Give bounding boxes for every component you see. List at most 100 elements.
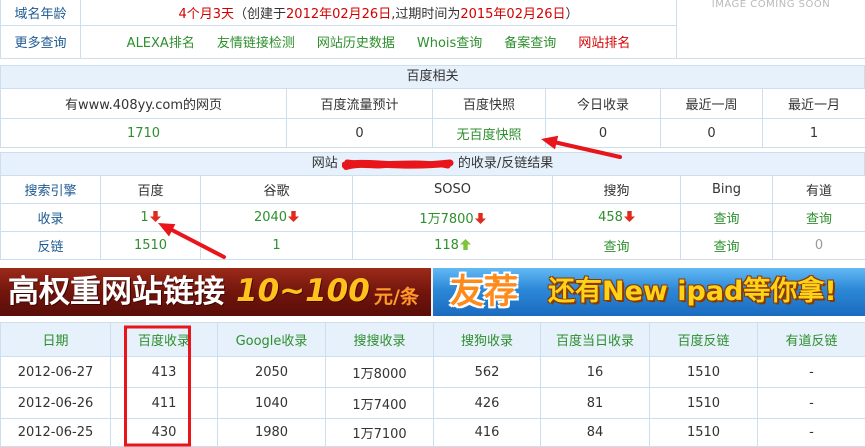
created-prefix: （创建于 [234, 6, 287, 22]
baidu-backlinks-link[interactable]: 1510 [134, 238, 167, 253]
table-cell: 查询 [680, 231, 773, 260]
engines-section: 网站 的收录/反链结果 搜索引擎 百度 谷歌 SOSO 搜狗 Bing 有道 收录… [0, 152, 865, 261]
ad-price: 10~100 [236, 273, 370, 309]
google-indexed-link[interactable]: 2040 [254, 210, 287, 225]
table-cell: 118 [352, 231, 553, 260]
column-header: 最近一周 [660, 88, 763, 119]
baidu-stats-table: 有www.408yy.com的网页 百度流量预计 百度快照 今日收录 最近一周 … [0, 88, 865, 148]
table-cell: 无百度快照 [432, 118, 546, 148]
indexed-row: 收录 1 2040 1万7800 458 查询 查询 [0, 203, 865, 232]
column-header: 今日收录 [545, 88, 661, 119]
column-header: 搜狗 [552, 175, 681, 204]
column-header: 日期 [0, 322, 111, 357]
redaction-scribble [341, 156, 454, 172]
baidu-values-row: 1710 0 无百度快照 0 0 1 [0, 118, 865, 148]
table-cell: - [757, 356, 865, 388]
column-header: 最近一月 [762, 88, 865, 119]
column-header: 有道 [772, 175, 865, 204]
more-queries-links: ALEXA排名 友情链接检测 网站历史数据 Whois查询 备案查询 网站排名 [80, 24, 677, 59]
ad-banner-left[interactable]: 高权重网站链接 10~100 元/条 [0, 268, 431, 316]
age-suffix: ） [565, 6, 579, 22]
site-thumbnail: IMAGE COMING SOON [676, 0, 865, 59]
table-cell: 2012-06-27 [0, 356, 111, 388]
down-arrow-icon [474, 213, 486, 224]
table-cell: 430 [110, 418, 218, 447]
table-cell: 413 [110, 356, 218, 388]
table-cell: 426 [433, 387, 541, 419]
table-cell: 0 [660, 118, 763, 148]
bing-backlinks-query-link[interactable]: 查询 [713, 240, 739, 255]
ad-headline: 高权重网站链接 [8, 274, 225, 310]
table-cell: 1710 [0, 118, 287, 148]
baidu-pages-link[interactable]: 1710 [127, 126, 160, 141]
table-cell: 1万7800 [352, 203, 553, 232]
sogou-backlinks-query-link[interactable]: 查询 [603, 240, 629, 255]
column-header: 谷歌 [200, 175, 353, 204]
ad-banner-right[interactable]: 友荐 还有New ipad等你拿! [433, 268, 865, 316]
engines-title-prefix: 网站 [311, 156, 338, 171]
column-header: 搜搜收录 [325, 322, 434, 357]
row-label: 反链 [0, 231, 101, 260]
column-header: 搜狗收录 [433, 322, 541, 357]
table-cell: 1万8000 [325, 356, 434, 388]
table-cell: 562 [433, 356, 541, 388]
link-site-rank[interactable]: 网站排名 [578, 36, 630, 51]
ad-banner[interactable]: 高权重网站链接 10~100 元/条 友荐 还有New ipad等你拿! [0, 268, 865, 316]
table-row: 2012-06-25 430 1980 1万7100 416 84 1510 - [0, 418, 865, 447]
baidu-header-row: 有www.408yy.com的网页 百度流量预计 百度快照 今日收录 最近一周 … [0, 88, 865, 119]
table-cell: 1万7100 [325, 418, 434, 447]
row-label: 收录 [0, 203, 101, 232]
down-arrow-icon [149, 211, 161, 222]
more-queries-label: 更多查询 [0, 24, 81, 59]
table-row: 2012-06-27 413 2050 1万8000 562 16 1510 - [0, 356, 865, 388]
table-cell: 1万7400 [325, 387, 434, 419]
down-arrow-icon [623, 211, 635, 222]
table-cell: - [757, 418, 865, 447]
created-date: 2012年02月26日 [286, 6, 392, 22]
column-header: 搜索引擎 [0, 175, 101, 204]
table-cell: 0 [286, 118, 433, 148]
table-cell: 查询 [680, 203, 773, 232]
table-cell: 2040 [200, 203, 353, 232]
table-cell: - [757, 387, 865, 419]
baidu-section: 百度相关 有www.408yy.com的网页 百度流量预计 百度快照 今日收录 … [0, 65, 865, 148]
bing-indexed-query-link[interactable]: 查询 [713, 212, 739, 227]
table-cell: 1510 [649, 387, 758, 419]
baidu-snapshot-link[interactable]: 无百度快照 [456, 128, 521, 143]
engines-header-row: 搜索引擎 百度 谷歌 SOSO 搜狗 Bing 有道 [0, 175, 865, 204]
sogou-indexed-link[interactable]: 458 [598, 210, 623, 225]
table-cell: 1510 [100, 231, 201, 260]
link-site-history[interactable]: 网站历史数据 [317, 36, 395, 51]
domain-age-value: 4个月3天 [178, 6, 235, 22]
table-cell: 1510 [649, 356, 758, 388]
ad-brand: 友荐 [450, 272, 518, 312]
table-cell: 81 [540, 387, 650, 419]
link-icp-record[interactable]: 备案查询 [504, 36, 556, 51]
baidu-indexed-link[interactable]: 1 [140, 210, 148, 225]
column-header: 有www.408yy.com的网页 [0, 88, 287, 119]
column-header: Bing [680, 175, 773, 204]
backlinks-row: 反链 1510 1 118 查询 查询 0 [0, 231, 865, 260]
soso-backlinks-link[interactable]: 118 [434, 238, 459, 253]
youdao-indexed-query-link[interactable]: 查询 [806, 212, 832, 227]
engines-title-suffix: 的收录/反链结果 [457, 156, 554, 171]
baidu-section-title: 百度相关 [0, 65, 865, 88]
link-alexa-rank[interactable]: ALEXA排名 [127, 36, 195, 51]
link-friend-link-check[interactable]: 友情链接检测 [217, 36, 295, 51]
column-header: 百度 [100, 175, 201, 204]
table-cell: 458 [552, 203, 681, 232]
table-cell: 查询 [552, 231, 681, 260]
column-header: 百度当日收录 [540, 322, 650, 357]
up-arrow-icon [459, 239, 471, 250]
domain-age-label: 域名年龄 [0, 0, 81, 26]
table-cell: 84 [540, 418, 650, 447]
thumbnail-placeholder-text: IMAGE COMING SOON [711, 0, 831, 10]
google-backlinks-link[interactable]: 1 [272, 238, 280, 253]
table-cell: 2050 [217, 356, 326, 388]
soso-indexed-link[interactable]: 1万7800 [419, 212, 473, 227]
table-cell: 16 [540, 356, 650, 388]
down-arrow-icon [288, 211, 300, 222]
table-cell: 411 [110, 387, 218, 419]
expire-prefix: ,过期时间为 [391, 6, 461, 22]
link-whois[interactable]: Whois查询 [417, 36, 482, 51]
